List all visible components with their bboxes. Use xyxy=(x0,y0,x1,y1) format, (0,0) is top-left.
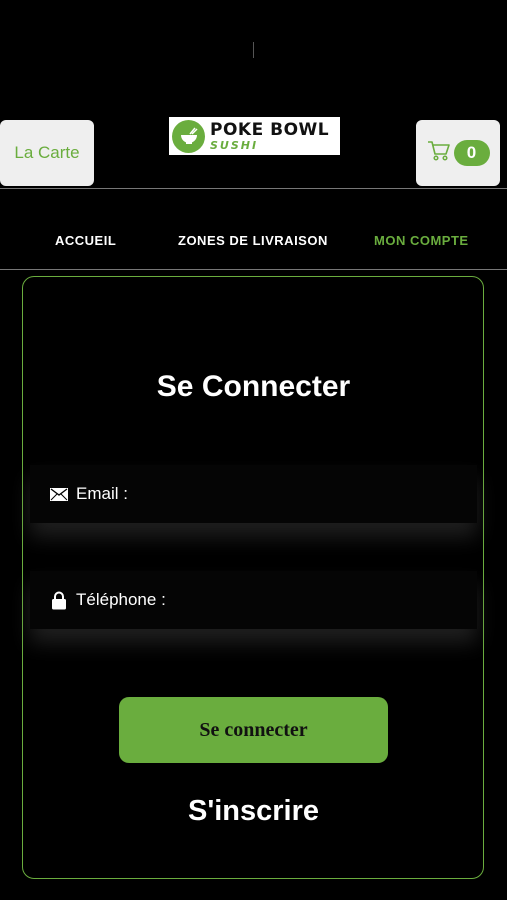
menu-button[interactable]: La Carte xyxy=(0,120,94,186)
login-submit-button[interactable]: Se connecter xyxy=(119,697,388,763)
envelope-icon xyxy=(50,485,68,503)
logo-title: POKE BOWL xyxy=(210,119,330,140)
logo[interactable]: POKE BOWL SUSHI xyxy=(169,117,340,155)
status-bar-indicator xyxy=(253,42,254,58)
phone-input[interactable] xyxy=(165,570,477,630)
menu-button-label: La Carte xyxy=(14,143,80,162)
phone-field[interactable]: Téléphone : xyxy=(30,570,477,630)
bowl-logo-icon xyxy=(172,119,205,153)
nav-item-mon-compte[interactable]: MON COMPTE xyxy=(374,233,469,248)
lock-icon xyxy=(50,591,68,609)
cart-count-badge: 0 xyxy=(453,140,490,166)
cart-button[interactable]: 0 xyxy=(416,120,500,186)
login-title: Se Connecter xyxy=(156,370,351,403)
header-divider xyxy=(0,188,507,189)
logo-subtitle: SUSHI xyxy=(210,138,259,152)
email-label: Email : xyxy=(76,484,128,503)
phone-label: Téléphone : xyxy=(76,590,166,609)
email-input[interactable] xyxy=(127,464,477,524)
nav-item-accueil[interactable]: ACCUEIL xyxy=(55,233,116,248)
nav-item-zones-de-livraison[interactable]: ZONES DE LIVRAISON xyxy=(178,233,328,248)
email-field[interactable]: Email : xyxy=(30,464,477,524)
main-nav: ACCUEIL ZONES DE LIVRAISON MON COMPTE xyxy=(0,233,507,253)
register-link[interactable]: S'inscrire xyxy=(0,795,507,828)
cart-icon xyxy=(427,140,451,167)
nav-divider xyxy=(0,269,507,270)
